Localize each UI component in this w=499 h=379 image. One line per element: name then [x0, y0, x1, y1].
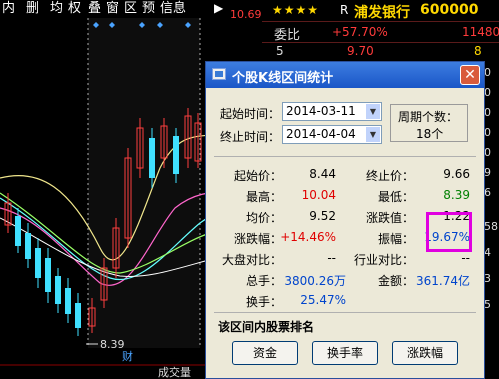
start-time-picker[interactable]: 2014-03-11 ▼ — [282, 102, 382, 121]
edge-number: 0 — [484, 86, 491, 99]
ranking-section-title: 该区间内股票排名 — [218, 320, 315, 334]
close-button[interactable]: ✕ — [460, 65, 480, 85]
rating-mark: R — [340, 3, 349, 17]
industry-compare-label: 行业对比： — [354, 253, 415, 267]
end-price-label: 终止价： — [366, 169, 415, 183]
divider — [214, 156, 476, 157]
total-volume-label: 总手： — [246, 274, 283, 288]
start-time-value: 2014-03-11 — [286, 104, 356, 118]
change-pct-label: 涨跌幅： — [234, 232, 283, 246]
dialog-title: 个股K线区间统计 — [232, 71, 334, 86]
period-count-value: 18个 — [416, 127, 444, 141]
edge-number: 9 — [484, 166, 491, 179]
market-compare-value: -- — [327, 251, 336, 265]
change-value-label: 涨跌值： — [366, 211, 415, 225]
weibi-label: 委比 — [274, 28, 301, 43]
end-time-picker[interactable]: 2014-04-04 ▼ — [282, 125, 382, 144]
end-time-label: 终止时间： — [220, 130, 281, 144]
toolbar-item-jun[interactable]: 均 — [50, 1, 63, 17]
change-pct-value: +14.46% — [280, 230, 336, 244]
toolbar-arrow-icon[interactable]: ▶ — [214, 1, 223, 15]
end-time-value: 2014-04-04 — [286, 127, 356, 141]
toolbar-item-quan[interactable]: 权 — [68, 1, 81, 17]
rank-by-change-button[interactable]: 涨跌幅 — [392, 341, 458, 365]
end-price-value: 9.66 — [443, 167, 470, 181]
divider — [214, 312, 476, 313]
rating-stars-icon: ★★★★ — [272, 3, 320, 17]
turnover-label: 换手： — [246, 295, 283, 309]
edge-number: 58 — [484, 220, 498, 233]
edge-number: 6 — [484, 186, 491, 199]
dialog-titlebar[interactable]: 个股K线区间统计 ✕ — [206, 62, 484, 88]
start-price-label: 起始价： — [234, 169, 283, 183]
edge-number: 0 — [484, 106, 491, 119]
high-label: 最高： — [246, 190, 283, 204]
toolbar-item-die[interactable]: 叠 — [88, 1, 101, 17]
chart-toolbar: 内 删 均 权 叠 窗 区 预 信息 ▶ — [0, 0, 230, 18]
sell5-volume: 8 — [474, 44, 482, 58]
amount-label: 金额： — [378, 274, 415, 288]
interval-stats-dialog: 个股K线区间统计 ✕ 起始时间： 2014-03-11 ▼ 终止时间： 2014… — [205, 61, 485, 379]
amount-value: 361.74亿 — [416, 274, 470, 288]
industry-compare-value: -- — [461, 251, 470, 265]
edge-number: 3 — [484, 272, 491, 285]
edge-number: 4 — [484, 246, 491, 259]
total-volume-value: 3800.26万 — [284, 274, 346, 288]
weibi-right-value: 11480 — [462, 25, 499, 39]
avg-price-value: 9.52 — [309, 209, 336, 223]
rank-by-fund-button[interactable]: 资金 — [232, 341, 298, 365]
toolbar-item-shan[interactable]: 删 — [26, 1, 39, 17]
edge-number: 0 — [484, 66, 491, 79]
sell5-price: 9.70 — [347, 44, 374, 58]
amplitude-label: 振幅： — [378, 232, 415, 246]
toolbar-item-yu[interactable]: 预 — [142, 1, 155, 17]
low-value: 8.39 — [443, 188, 470, 202]
cai-marker: 财 — [122, 349, 133, 363]
divider — [262, 21, 499, 22]
start-price-value: 8.44 — [309, 167, 336, 181]
avg-price-label: 均价： — [246, 211, 283, 225]
edge-number: 0 — [484, 146, 491, 159]
start-time-label: 起始时间： — [220, 107, 281, 121]
low-price-label: 8.39 — [100, 338, 125, 351]
toolbar-item-xinxi[interactable]: 信息 — [160, 1, 186, 17]
window-icon — [212, 68, 226, 80]
toolbar-item-nei[interactable]: 内 — [2, 1, 15, 17]
market-compare-label: 大盘对比： — [222, 253, 283, 267]
low-label: 最低： — [378, 190, 415, 204]
chevron-down-icon[interactable]: ▼ — [366, 127, 380, 142]
toolbar-item-qu[interactable]: 区 — [124, 1, 137, 17]
chevron-down-icon[interactable]: ▼ — [366, 104, 380, 119]
edge-number: 0 — [484, 126, 491, 139]
toolbar-item-chuang[interactable]: 窗 — [106, 1, 119, 17]
period-count-label: 周期个数： — [398, 110, 459, 124]
stock-name: 浦发银行 — [354, 5, 410, 21]
weibi-value: +57.70% — [332, 25, 388, 39]
turnover-value: 25.47% — [300, 293, 346, 307]
volume-label: 成交量 — [158, 365, 191, 379]
rank-by-turnover-button[interactable]: 换手率 — [312, 341, 378, 365]
divider — [262, 42, 499, 43]
stock-code: 600000 — [420, 2, 479, 18]
sell5-index: 5 — [276, 44, 284, 58]
edge-number: 5 — [484, 298, 491, 311]
high-value: 10.04 — [301, 188, 336, 202]
amplitude-highlight-box — [426, 212, 472, 252]
